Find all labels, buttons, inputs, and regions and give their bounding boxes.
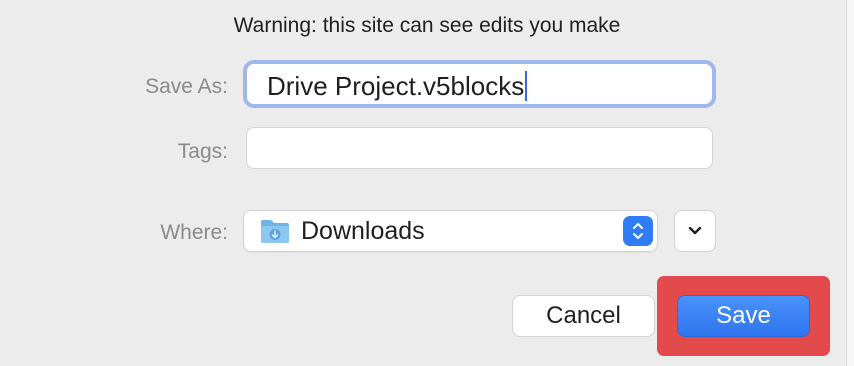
save-as-label: Save As: (145, 75, 228, 98)
where-label: Where: (160, 221, 228, 244)
cancel-button[interactable]: Cancel (512, 295, 655, 337)
where-value: Downloads (301, 217, 425, 245)
warning-text: Warning: this site can see edits you mak… (233, 14, 621, 37)
tags-label: Tags: (177, 140, 228, 163)
window-edge (846, 0, 854, 366)
chevron-down-icon (688, 226, 702, 235)
save-as-field[interactable]: Drive Project.v5blocks (243, 60, 716, 108)
save-button[interactable]: Save (677, 295, 810, 337)
save-as-value: Drive Project.v5blocks (267, 71, 525, 101)
text-caret (525, 71, 528, 101)
expand-button[interactable] (674, 210, 716, 252)
downloads-folder-icon (261, 220, 289, 243)
tags-field[interactable] (246, 127, 713, 169)
where-popup[interactable]: Downloads (243, 210, 658, 252)
save-dialog: Warning: this site can see edits you mak… (0, 0, 846, 366)
popup-stepper-icon[interactable] (623, 216, 653, 246)
